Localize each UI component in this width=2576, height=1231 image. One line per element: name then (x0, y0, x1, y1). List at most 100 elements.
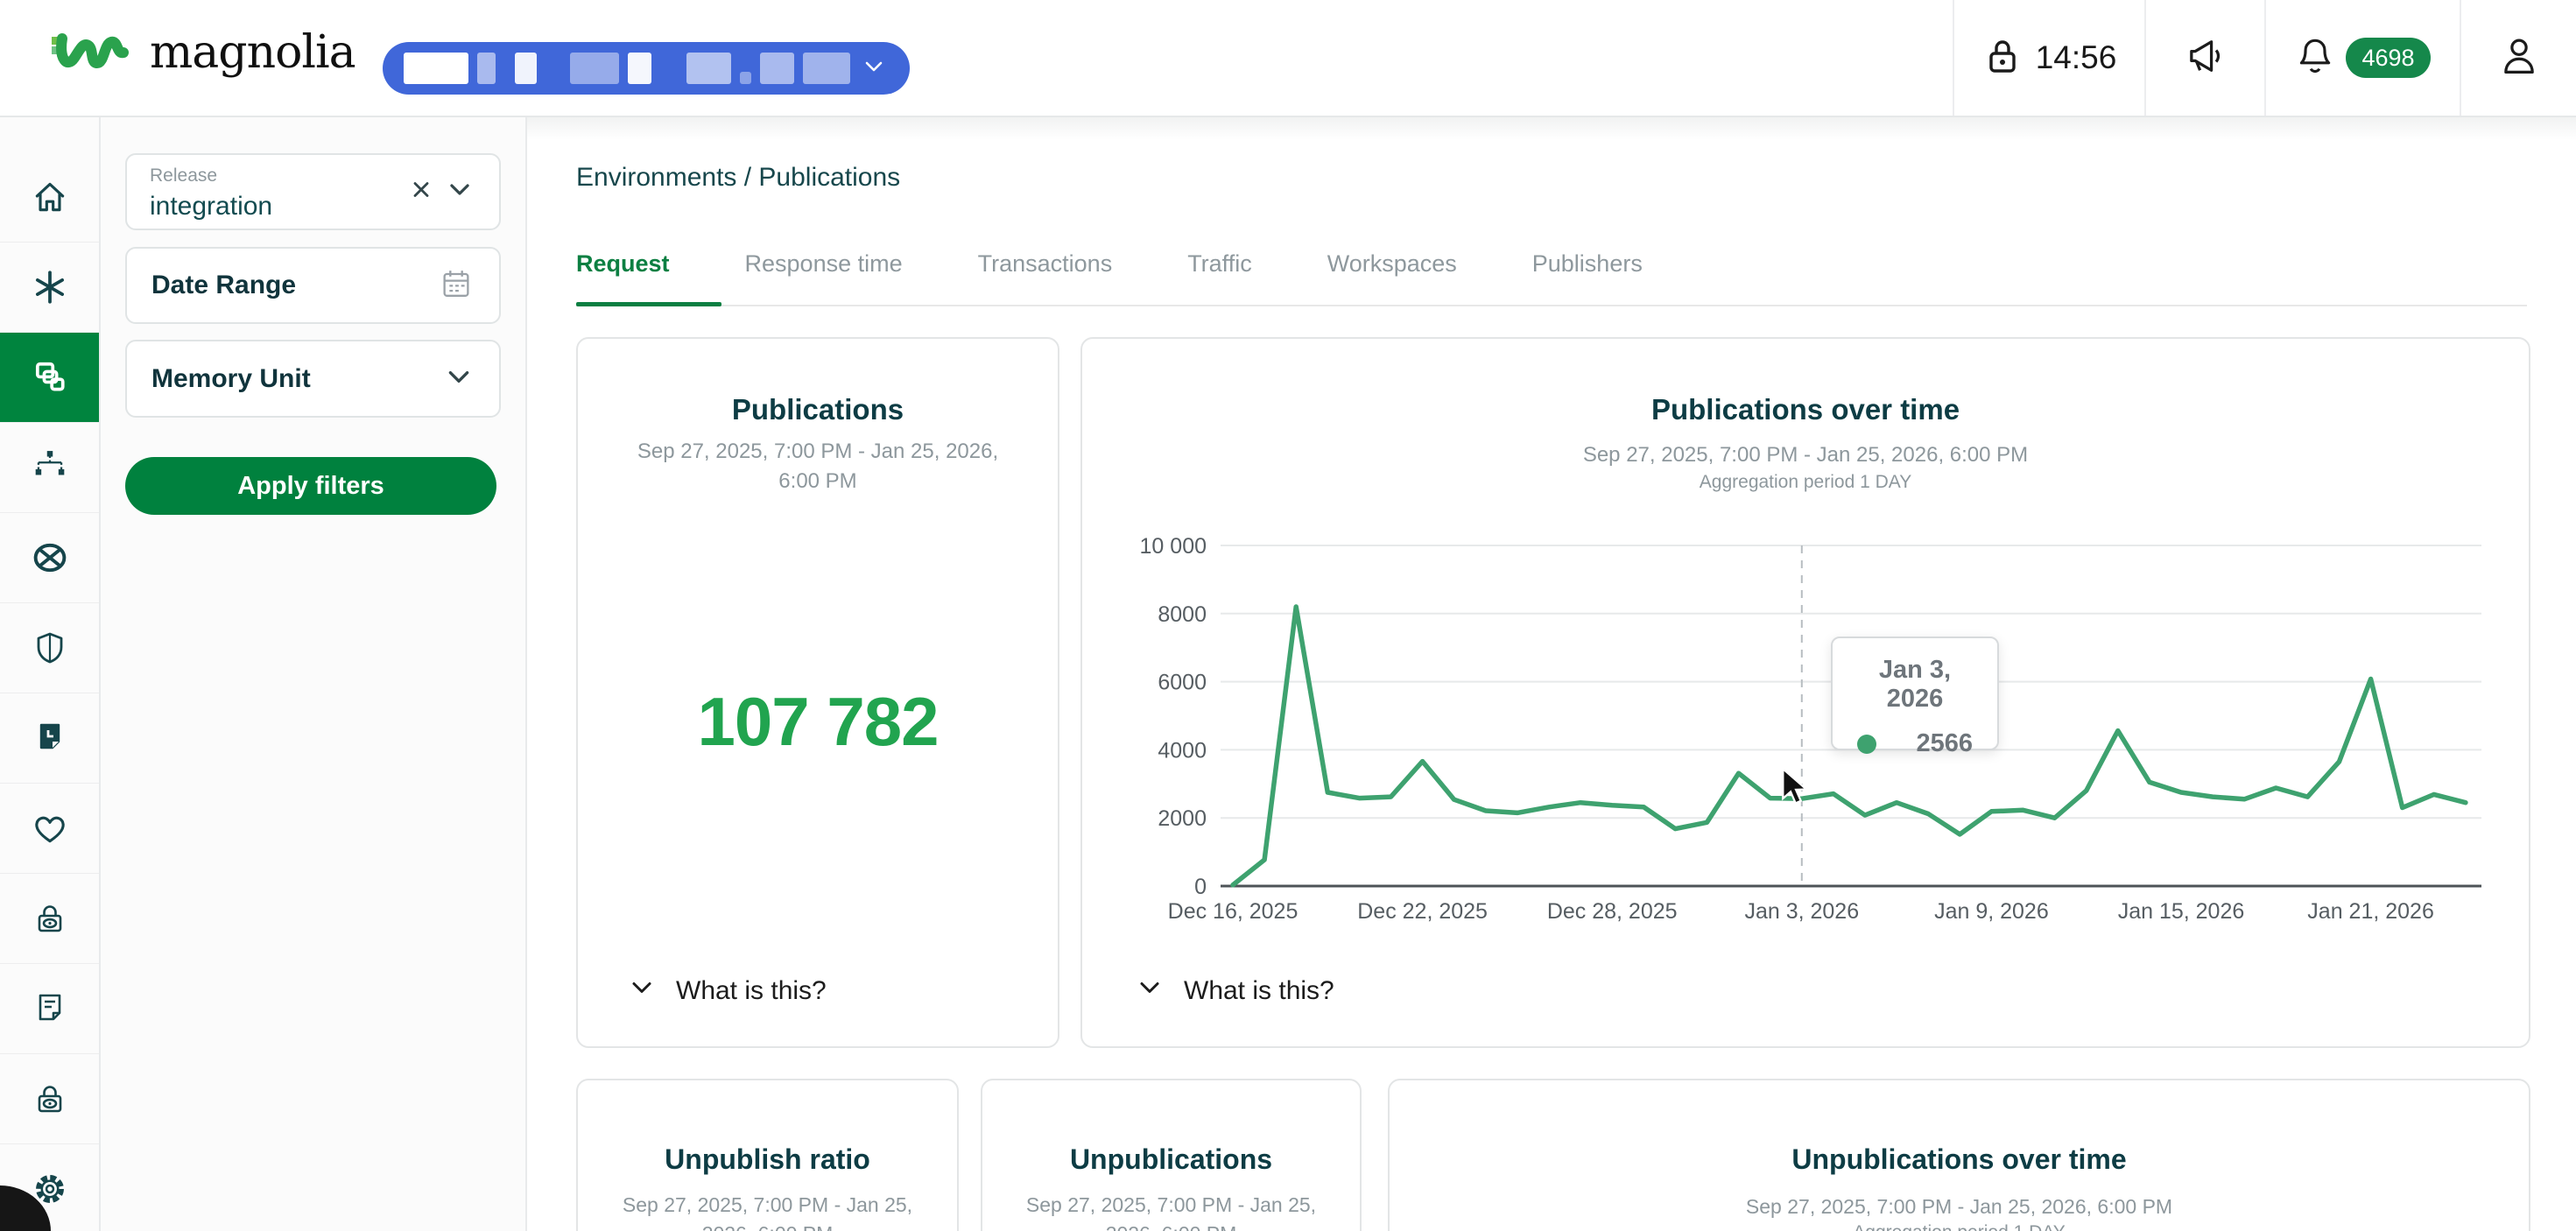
sidebar-item-secrets[interactable] (0, 874, 99, 964)
magnolia-logo[interactable]: magnolia (50, 25, 355, 80)
tab-traffic[interactable]: Traffic (1187, 250, 1252, 300)
what-is-this-toggle[interactable]: What is this? (629, 974, 827, 1008)
topbar: magnolia 14:56 (0, 0, 2576, 117)
publications-total: 107 782 (578, 682, 1058, 762)
file-clock-icon (31, 719, 69, 757)
unpublish-ratio-card: Unpublish ratio Sep 27, 2025, 7:00 PM - … (576, 1079, 959, 1231)
shield-icon (31, 629, 69, 667)
publications-chart[interactable]: 0200040006000800010 000Dec 16, 2025Dec 2… (1082, 339, 2529, 1046)
tab-transactions[interactable]: Transactions (978, 250, 1113, 300)
chevron-down-icon (629, 974, 655, 1008)
svg-text:10 000: 10 000 (1140, 534, 1207, 559)
person-icon (2496, 33, 2542, 83)
clear-icon[interactable] (408, 177, 434, 208)
sidebar-item-apps[interactable] (0, 243, 99, 333)
sidebar-item-health[interactable] (0, 784, 99, 874)
session-time: 14:56 (2036, 39, 2117, 76)
notifications-button[interactable]: 4698 (2266, 0, 2458, 116)
svg-text:Dec 22, 2025: Dec 22, 2025 (1357, 899, 1488, 924)
svg-text:4000: 4000 (1158, 738, 1207, 763)
session-timer[interactable]: 14:56 (1954, 0, 2143, 116)
card-date-range: Sep 27, 2025, 7:00 PM - Jan 25, 2026, 6:… (1416, 1192, 2502, 1221)
what-is-this-label: What is this? (676, 976, 827, 1006)
sidebar-item-security[interactable] (0, 603, 99, 693)
svg-text:Dec 16, 2025: Dec 16, 2025 (1168, 899, 1299, 924)
card-date-range: Sep 27, 2025, 7:00 PM - Jan 25, 2026, 6:… (578, 437, 1058, 496)
tab-workspaces[interactable]: Workspaces (1327, 250, 1457, 300)
tooltip-date: Jan 3, 2026 (1857, 656, 1973, 714)
home-icon (30, 177, 70, 217)
lock-eye-icon (31, 899, 69, 938)
sidebar-item-vault[interactable] (0, 1054, 99, 1144)
chevron-down-icon (859, 52, 889, 86)
magnolia-dashboard: magnolia 14:56 (0, 0, 2576, 1231)
release-value: integration (150, 192, 272, 222)
filters-panel: Release integration Date Range Memory Un… (101, 117, 527, 1231)
chevron-down-icon (1137, 974, 1163, 1008)
globe-blocked-icon (29, 537, 71, 579)
series-dot-icon (1857, 735, 1876, 754)
svg-text:8000: 8000 (1158, 602, 1207, 627)
svg-text:Jan 3, 2026: Jan 3, 2026 (1744, 899, 1859, 924)
app-sidebar (0, 117, 101, 1231)
card-title: Unpublish ratio (578, 1143, 957, 1176)
bell-icon (2293, 33, 2337, 83)
memory-unit-label: Memory Unit (151, 364, 311, 394)
chevron-down-icon[interactable] (445, 175, 475, 209)
notifications-count-badge: 4698 (2346, 38, 2430, 78)
sidebar-item-hierarchy[interactable] (0, 423, 99, 513)
user-menu-button[interactable] (2461, 0, 2576, 116)
apply-filters-button[interactable]: Apply filters (125, 457, 496, 515)
svg-text:Jan 21, 2026: Jan 21, 2026 (2307, 899, 2434, 924)
sitemap-icon (30, 447, 70, 488)
date-range-label: Date Range (151, 271, 296, 300)
magnolia-logo-icon (50, 25, 137, 80)
sidebar-item-logs[interactable] (0, 964, 99, 1054)
sidebar-item-network[interactable] (0, 513, 99, 603)
tabs-active-indicator (576, 302, 721, 306)
tab-publishers[interactable]: Publishers (1532, 250, 1643, 300)
tooltip-value: 2566 (1916, 729, 1973, 758)
svg-text:2000: 2000 (1158, 806, 1207, 831)
announcements-button[interactable] (2146, 0, 2263, 116)
what-is-this-label: What is this? (1184, 976, 1334, 1006)
heart-icon (30, 808, 70, 848)
tabs-underline (576, 305, 2527, 306)
lock-icon (1981, 35, 2023, 81)
chevron-down-icon[interactable] (443, 361, 475, 397)
top-shadow (527, 117, 2576, 140)
tab-bar: Request Response time Transactions Traff… (576, 250, 1643, 300)
sidebar-item-home[interactable] (0, 152, 99, 243)
card-date-range: Sep 27, 2025, 7:00 PM - Jan 25, 2026, 6:… (1009, 1191, 1334, 1231)
svg-text:Jan 9, 2026: Jan 9, 2026 (1934, 899, 2049, 924)
sidebar-item-environments[interactable] (0, 333, 99, 423)
tab-request[interactable]: Request (576, 250, 670, 300)
release-label: Release (150, 165, 217, 186)
chart-tooltip: Jan 3, 2026 2566 (1831, 637, 1999, 750)
what-is-this-toggle[interactable]: What is this? (1137, 974, 1334, 1008)
publications-over-time-card: Publications over time Sep 27, 2025, 7:0… (1080, 337, 2530, 1048)
tab-response-time[interactable]: Response time (745, 250, 903, 300)
breadcrumb[interactable]: Environments / Publications (576, 163, 900, 193)
release-filter[interactable]: Release integration (125, 153, 501, 230)
main-content: Environments / Publications Request Resp… (527, 117, 2576, 1231)
svg-text:Jan 15, 2026: Jan 15, 2026 (2118, 899, 2245, 924)
publications-card: Publications Sep 27, 2025, 7:00 PM - Jan… (576, 337, 1059, 1048)
calendar-icon[interactable] (438, 265, 475, 306)
megaphone-icon (2182, 33, 2228, 83)
date-range-filter[interactable]: Date Range (125, 247, 501, 324)
unpublications-over-time-card: Unpublications over time Sep 27, 2025, 7… (1388, 1079, 2530, 1231)
card-title: Unpublications over time (1390, 1143, 2529, 1176)
note-icon (31, 989, 69, 1028)
unpublications-card: Unpublications Sep 27, 2025, 7:00 PM - J… (981, 1079, 1362, 1231)
card-title: Publications (578, 393, 1058, 426)
svg-text:Dec 28, 2025: Dec 28, 2025 (1547, 899, 1678, 924)
card-title: Unpublications (982, 1143, 1360, 1176)
memory-unit-filter[interactable]: Memory Unit (125, 340, 501, 418)
svg-text:6000: 6000 (1158, 671, 1207, 695)
asterisk-icon (30, 267, 70, 307)
card-date-range: Sep 27, 2025, 7:00 PM - Jan 25, 2026, 6:… (604, 1191, 931, 1231)
environment-selector[interactable] (383, 42, 910, 95)
sidebar-item-history[interactable] (0, 693, 99, 784)
brand-name: magnolia (150, 26, 355, 79)
